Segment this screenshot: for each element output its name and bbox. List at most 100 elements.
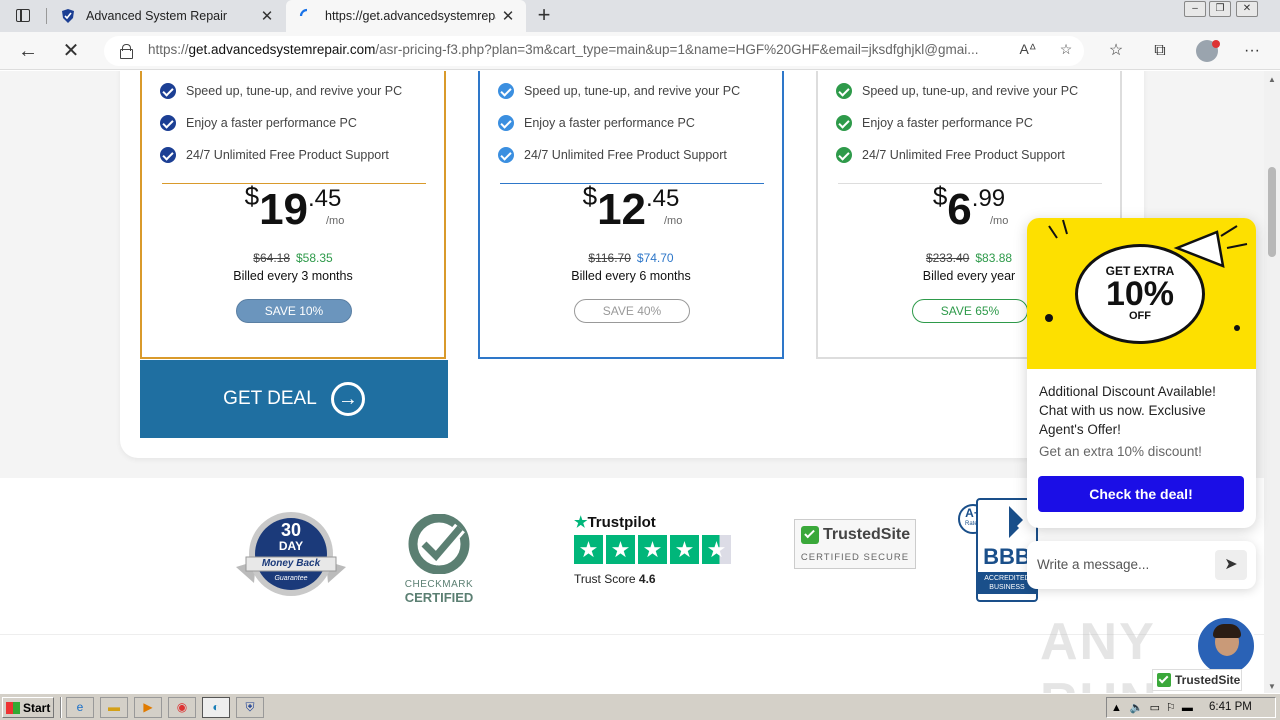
scrollbar-thumb[interactable] <box>1268 167 1276 257</box>
bbb-torch-icon <box>1009 506 1023 538</box>
read-aloud-icon[interactable]: Aᐞ <box>1018 41 1038 58</box>
checkmark-label: CHECKMARK <box>404 579 474 590</box>
checkmark-certified-badge: CHECKMARK CERTIFIED <box>398 513 480 605</box>
shield-icon <box>62 9 74 23</box>
chat-agent-avatar[interactable] <box>1196 616 1256 676</box>
stop-loading-button[interactable]: ✕ <box>58 39 84 63</box>
check-icon <box>160 83 176 99</box>
add-favorite-icon[interactable]: ☆ <box>1056 41 1076 58</box>
get-deal-label: GET DEAL <box>223 388 317 409</box>
tab-title: Advanced System Repair <box>86 9 228 23</box>
save-badge: SAVE 10% <box>236 299 352 323</box>
send-icon[interactable]: ➤ <box>1215 550 1247 580</box>
address-bar[interactable]: https://get.advancedsystemrepair.com/asr… <box>104 36 1084 66</box>
flag-icon[interactable]: ⚐ <box>1166 701 1176 714</box>
windows-flag-icon <box>6 701 20 714</box>
folder-icon[interactable]: ▬ <box>100 697 128 718</box>
divider <box>162 183 426 184</box>
more-menu-icon[interactable]: ··· <box>1241 41 1263 61</box>
billing-period: Billed every 6 months <box>571 269 691 283</box>
save-badge: SAVE 65% <box>912 299 1028 323</box>
tab-title: https://get.advancedsystemrepai <box>325 9 496 23</box>
plan-price: $19.45 /mo <box>244 181 345 234</box>
divider <box>500 183 764 184</box>
tab-pricing-page[interactable]: https://get.advancedsystemrepai ✕ <box>286 0 526 32</box>
plan-card-6-months[interactable]: Speed up, tune-up, and revive your PC En… <box>478 71 784 359</box>
chat-subtext: Get an extra 10% discount! <box>1039 444 1202 459</box>
money-back-unit: DAY <box>278 539 304 553</box>
minimize-button[interactable]: – <box>1184 1 1206 17</box>
ie-icon[interactable]: e <box>66 697 94 718</box>
price-compare: $64.18 $58.35 <box>253 251 333 265</box>
check-icon <box>836 83 852 99</box>
get-deal-button[interactable]: GET DEAL → <box>140 360 448 438</box>
price-compare: $116.70 $74.70 <box>588 251 674 265</box>
check-icon <box>160 147 176 163</box>
trustedsite-floating-badge[interactable]: TrustedSite <box>1152 669 1242 691</box>
url-text[interactable]: https://get.advancedsystemrepair.com/asr… <box>148 42 1018 57</box>
url-prefix: https:// <box>148 42 189 57</box>
media-player-icon[interactable]: ▶ <box>134 697 162 718</box>
close-tab-icon[interactable]: ✕ <box>255 7 279 25</box>
tab-actions-button[interactable] <box>8 6 40 26</box>
feature-item: 24/7 Unlimited Free Product Support <box>160 147 389 163</box>
trustpilot-label: Trustpilot <box>587 514 656 531</box>
check-icon <box>498 115 514 131</box>
check-icon <box>836 147 852 163</box>
promo-line-3: OFF <box>1129 310 1151 322</box>
star-icon: ★ <box>606 535 635 564</box>
money-back-sublabel: Guarantee <box>274 575 308 582</box>
url-domain: get.advancedsystemrepair.com <box>188 42 376 57</box>
trustedsite-sublabel: CERTIFIED SECURE <box>800 552 910 563</box>
edge-icon[interactable]: ◐ <box>202 697 230 718</box>
trustedsite-check-icon <box>1157 673 1171 687</box>
check-icon <box>498 147 514 163</box>
tray-up-icon[interactable]: ▲ <box>1111 702 1122 714</box>
profile-avatar[interactable] <box>1196 40 1220 62</box>
favorites-icon[interactable]: ☆ <box>1105 41 1127 61</box>
volume-icon[interactable]: 🔈 <box>1130 701 1144 714</box>
shield-app-icon[interactable]: ⛨ <box>236 697 264 718</box>
tab-advanced-system-repair[interactable]: Advanced System Repair ✕ <box>47 0 285 32</box>
check-deal-button[interactable]: Check the deal! <box>1038 476 1244 512</box>
power-icon[interactable]: ▬ <box>1182 702 1193 714</box>
check-icon <box>498 83 514 99</box>
trustedsite-check-icon <box>801 526 819 544</box>
clock: 6:41 PM <box>1209 701 1252 713</box>
new-tab-button[interactable]: + <box>532 4 556 28</box>
checkmark-logo-icon <box>408 513 470 575</box>
restore-button[interactable]: ❐ <box>1209 1 1231 17</box>
back-button[interactable]: ← <box>15 39 41 63</box>
start-button[interactable]: Start <box>2 697 54 718</box>
url-path: /asr-pricing-f3.php?plan=3m&cart_type=ma… <box>375 42 979 57</box>
plan-card-3-months[interactable]: Speed up, tune-up, and revive your PC En… <box>140 71 446 359</box>
chrome-icon[interactable]: ◉ <box>168 697 196 718</box>
close-tab-icon[interactable]: ✕ <box>496 7 520 25</box>
promo-banner: GET EXTRA 10% OFF <box>1027 218 1256 369</box>
plan-price: $12.45 /mo <box>582 181 683 234</box>
collections-icon[interactable]: ⧉ <box>1149 41 1171 61</box>
check-icon <box>836 115 852 131</box>
feature-item: 24/7 Unlimited Free Product Support <box>498 147 727 163</box>
close-window-button[interactable]: ✕ <box>1236 1 1258 17</box>
chat-message: Additional Discount Available! Chat with… <box>1039 384 1216 437</box>
star-icon: ★ <box>670 535 699 564</box>
checkmark-sublabel: CERTIFIED <box>404 590 474 605</box>
trustedsite-label: TrustedSite <box>823 526 911 543</box>
system-tray: ▲ 🔈 ▭ ⚐ ▬ 6:41 PM <box>1106 697 1276 718</box>
promo-line-2: 10% <box>1105 275 1175 313</box>
trust-score-value: 4.6 <box>638 572 656 586</box>
page-scrollbar[interactable]: ▲ ▼ <box>1264 71 1280 693</box>
network-icon[interactable]: ▭ <box>1150 701 1160 714</box>
tab-actions-icon <box>16 9 30 22</box>
chat-message-input[interactable]: Write a message... <box>1037 557 1149 572</box>
lock-icon <box>120 44 133 59</box>
feature-item: Speed up, tune-up, and revive your PC <box>160 83 402 99</box>
divider <box>838 183 1102 184</box>
trustedsite-float-label: TrustedSite <box>1175 673 1241 687</box>
trustpilot-stars: ★ ★ ★ ★ ★ <box>574 535 734 564</box>
scroll-up-icon[interactable]: ▲ <box>1268 75 1276 84</box>
bbb-business: BUSINESS <box>989 584 1025 591</box>
feature-item: 24/7 Unlimited Free Product Support <box>836 147 1065 163</box>
trustpilot-badge: ★Trustpilot ★ ★ ★ ★ ★ Trust Score 4.6 <box>574 513 734 597</box>
